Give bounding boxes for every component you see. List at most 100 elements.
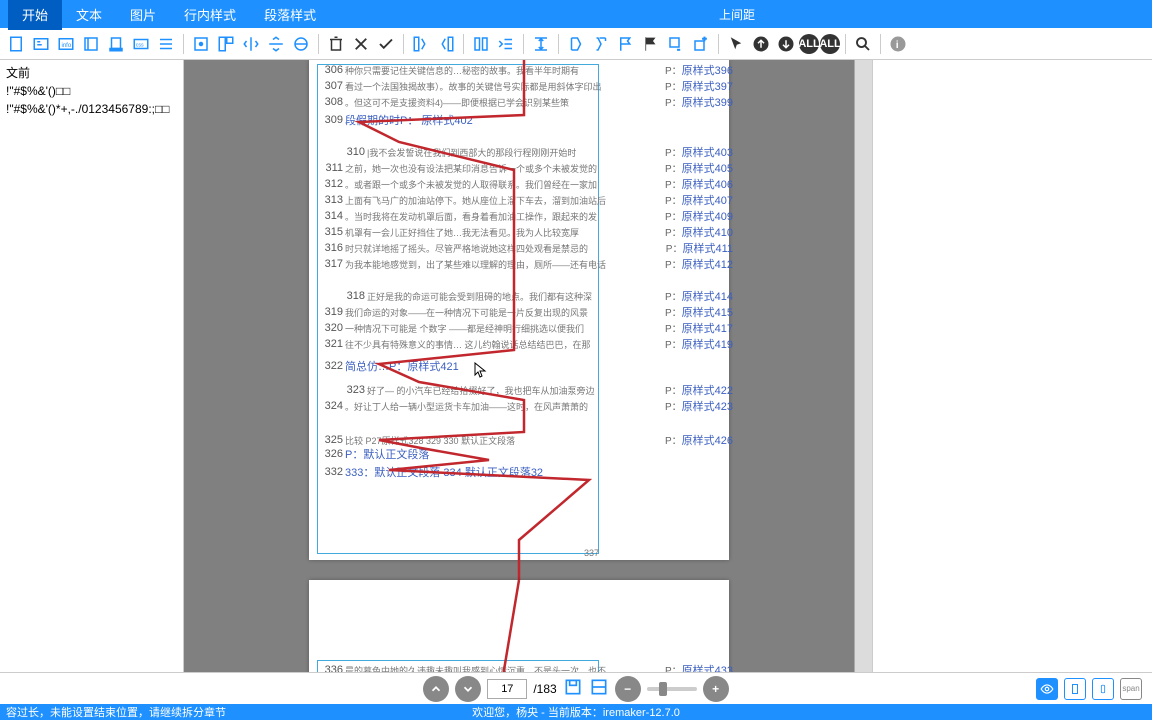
style2-icon[interactable] [589, 32, 613, 56]
strikethrough-icon[interactable] [289, 32, 313, 56]
text-line[interactable]: 311之前，她一次也没有设法把某印消息告诉一个或多个未被发觉的P：原样式405 [317, 160, 737, 176]
line-number: 314 [317, 210, 343, 222]
text-right-icon[interactable] [434, 32, 458, 56]
zoom-in-button[interactable]: + [703, 676, 729, 702]
text-line[interactable]: 310|我不会发誓说在我们到西部大的那段行程刚刚开始时P：原样式403 [317, 144, 737, 160]
paragraph-style-label[interactable]: P：原样式397 [665, 78, 733, 94]
line-number: 312 [317, 178, 343, 190]
paragraph-style-label[interactable]: P：原样式407 [665, 192, 733, 208]
text-line[interactable]: 317为我本能地感觉到，出了某些难以理解的理由，厕所——还有电话P：原样式412 [317, 256, 737, 272]
paragraph-style-label[interactable]: P：原样式414 [665, 288, 733, 304]
prev-page-button[interactable] [423, 676, 449, 702]
zoom-out-button[interactable]: − [615, 676, 641, 702]
all-badge-2[interactable]: ALL [820, 34, 840, 54]
tab-start[interactable]: 开始 [8, 0, 62, 30]
page-input[interactable] [487, 679, 527, 699]
text-line[interactable]: 312。或者跟一个或多个未被发觉的人取得联系。我们曾经在一家加P：原样式406 [317, 176, 737, 192]
text-line[interactable]: 316时只就详地摇了摇头。尽管严格地说她这样四处观看是禁忌的P：原样式411 [317, 240, 737, 256]
help-icon[interactable]: i [886, 32, 910, 56]
text-line[interactable]: 320一种情况下可能是 个数字 ——都是经神明行细挑选以便我们P：原样式417 [317, 320, 737, 336]
save-icon[interactable] [563, 677, 583, 700]
left-panel: 文前 !"#$%&'()□□ !"#$%&'()*+,-./0123456789… [0, 60, 184, 672]
all-badge-1[interactable]: ALL [799, 34, 819, 54]
scrollbar[interactable] [854, 60, 872, 672]
tab-inline-style[interactable]: 行内样式 [170, 0, 250, 30]
view-eye-button[interactable] [1036, 678, 1058, 700]
line-number: 316 [317, 242, 343, 254]
status-center: 欢迎您，杨央 - 当前版本：iremaker-12.7.0 [472, 704, 680, 720]
text-left-icon[interactable] [409, 32, 433, 56]
distribute-v-icon[interactable] [264, 32, 288, 56]
tab-paragraph-style[interactable]: 段落样式 [250, 0, 330, 30]
sub-icon[interactable]: - [664, 32, 688, 56]
paragraph-style-label[interactable]: P：原样式423 [665, 398, 733, 414]
next-page-button[interactable] [455, 676, 481, 702]
text-line[interactable]: 332 333：默认正文段落 334 默认正文段落32 [317, 464, 737, 480]
flag-dark-icon[interactable] [639, 32, 663, 56]
text-line[interactable]: 307看过一个法国独揭故事）。故事的关键信号实际都是用斜体字印出P：原样式397 [317, 78, 737, 94]
ime-icon[interactable] [29, 32, 53, 56]
text-line[interactable]: 313上面有飞马广的加油站停下。她从座位上溜下车去，溜到加油站后P：原样式407 [317, 192, 737, 208]
arrow-up-circle-icon[interactable] [749, 32, 773, 56]
indent-icon[interactable] [494, 32, 518, 56]
copy-icon[interactable] [104, 32, 128, 56]
line-number: 324 [317, 400, 343, 412]
text-line[interactable]: 308。但这可不是支援资料4)——即便根据已学会识别某些策P：原样式399 [317, 94, 737, 110]
paragraph-style-label[interactable]: P：原样式406 [665, 176, 733, 192]
view-single-button[interactable] [1064, 678, 1086, 700]
text-line[interactable]: 318正好是我的命运可能会受到阻碍的地点。我们都有这种深P：原样式414 [317, 288, 737, 304]
columns-icon[interactable] [469, 32, 493, 56]
text-line[interactable]: 315机罩有一会儿正好挡住了她…我无法看见。我为人比较宽厚P：原样式410 [317, 224, 737, 240]
text-line[interactable]: 326 P：默认正文段落 [317, 446, 737, 462]
page-viewport[interactable]: 306种你只需要记住关键信息的…秘密的故事。我看半年时期有P：原样式396307… [184, 60, 854, 672]
paragraph-style-label[interactable]: P：原样式396 [665, 62, 733, 78]
sup-icon[interactable]: + [689, 32, 713, 56]
paragraph-style-label[interactable]: P：原样式399 [665, 94, 733, 110]
paragraph-style-label[interactable]: P：原样式422 [665, 382, 733, 398]
paragraph-style-label[interactable]: P：原样式403 [665, 144, 733, 160]
search-icon[interactable] [851, 32, 875, 56]
tab-text[interactable]: 文本 [62, 0, 116, 30]
spacing-icon[interactable] [529, 32, 553, 56]
cut-icon[interactable] [79, 32, 103, 56]
zoom-slider[interactable] [647, 687, 697, 691]
svg-text:+: + [703, 36, 707, 43]
save2-icon[interactable] [589, 677, 609, 700]
line-number: 321 [317, 338, 343, 350]
view-mobile-button[interactable] [1092, 678, 1114, 700]
text-line[interactable]: 314。当时我将在发动机罩后面，看身着看加油工操作，跟起来的发P：原样式409 [317, 208, 737, 224]
paragraph-style-label[interactable]: P：原样式417 [665, 320, 733, 336]
text-line[interactable]: 336晨的暮色中她的久违趣未趣叫我感到心情沉重。不是头一次，也不P：原样式433 [317, 662, 737, 672]
text-line[interactable]: 323好了— 的小汽车已经给拾掇好了，我也把车从加油泵旁边P：原样式422 [317, 382, 737, 398]
layout-icon[interactable] [214, 32, 238, 56]
text-line[interactable]: 321往不少具有特殊意义的事情… 这儿约翰说话总结结巴巴，在那P：原样式419 [317, 336, 737, 352]
paragraph-style-label[interactable]: P：原样式411 [666, 240, 733, 256]
paragraph-style-label[interactable]: P：原样式410 [665, 224, 733, 240]
paragraph-style-label[interactable]: P：原样式409 [665, 208, 733, 224]
doc-icon[interactable] [4, 32, 28, 56]
text-line[interactable]: 324。好让丁人给一辆小型运货卡车加油——这时，在风声萧萧的P：原样式423 [317, 398, 737, 414]
style1-icon[interactable] [564, 32, 588, 56]
text-line[interactable]: 319我们命运的对象——在一种情况下可能是一片反复出现的风景P：原样式415 [317, 304, 737, 320]
check-icon[interactable] [374, 32, 398, 56]
text-line[interactable]: 322简总仿…P：原样式421 [317, 358, 737, 374]
flag-icon[interactable] [614, 32, 638, 56]
css-icon[interactable]: css [129, 32, 153, 56]
paragraph-style-label[interactable]: P：原样式419 [665, 336, 733, 352]
box-icon[interactable] [189, 32, 213, 56]
paragraph-style-label[interactable]: P：原样式405 [665, 160, 733, 176]
paragraph-style-label[interactable]: P：原样式412 [665, 256, 733, 272]
span-button[interactable]: span [1120, 678, 1142, 700]
tab-image[interactable]: 图片 [116, 0, 170, 30]
x-icon[interactable] [349, 32, 373, 56]
text-line[interactable]: 306种你只需要记住关键信息的…秘密的故事。我看半年时期有P：原样式396 [317, 62, 737, 78]
distribute-h-icon[interactable] [239, 32, 263, 56]
arrow-down-circle-icon[interactable] [774, 32, 798, 56]
paragraph-style-label[interactable]: P：原样式433 [665, 662, 733, 672]
text-line[interactable]: 309段假期的时P： 原样式402 [317, 112, 737, 128]
delete-icon[interactable] [324, 32, 348, 56]
list-icon[interactable] [154, 32, 178, 56]
paragraph-style-label[interactable]: P：原样式415 [665, 304, 733, 320]
pointer-icon[interactable] [724, 32, 748, 56]
info-icon[interactable]: info [54, 32, 78, 56]
